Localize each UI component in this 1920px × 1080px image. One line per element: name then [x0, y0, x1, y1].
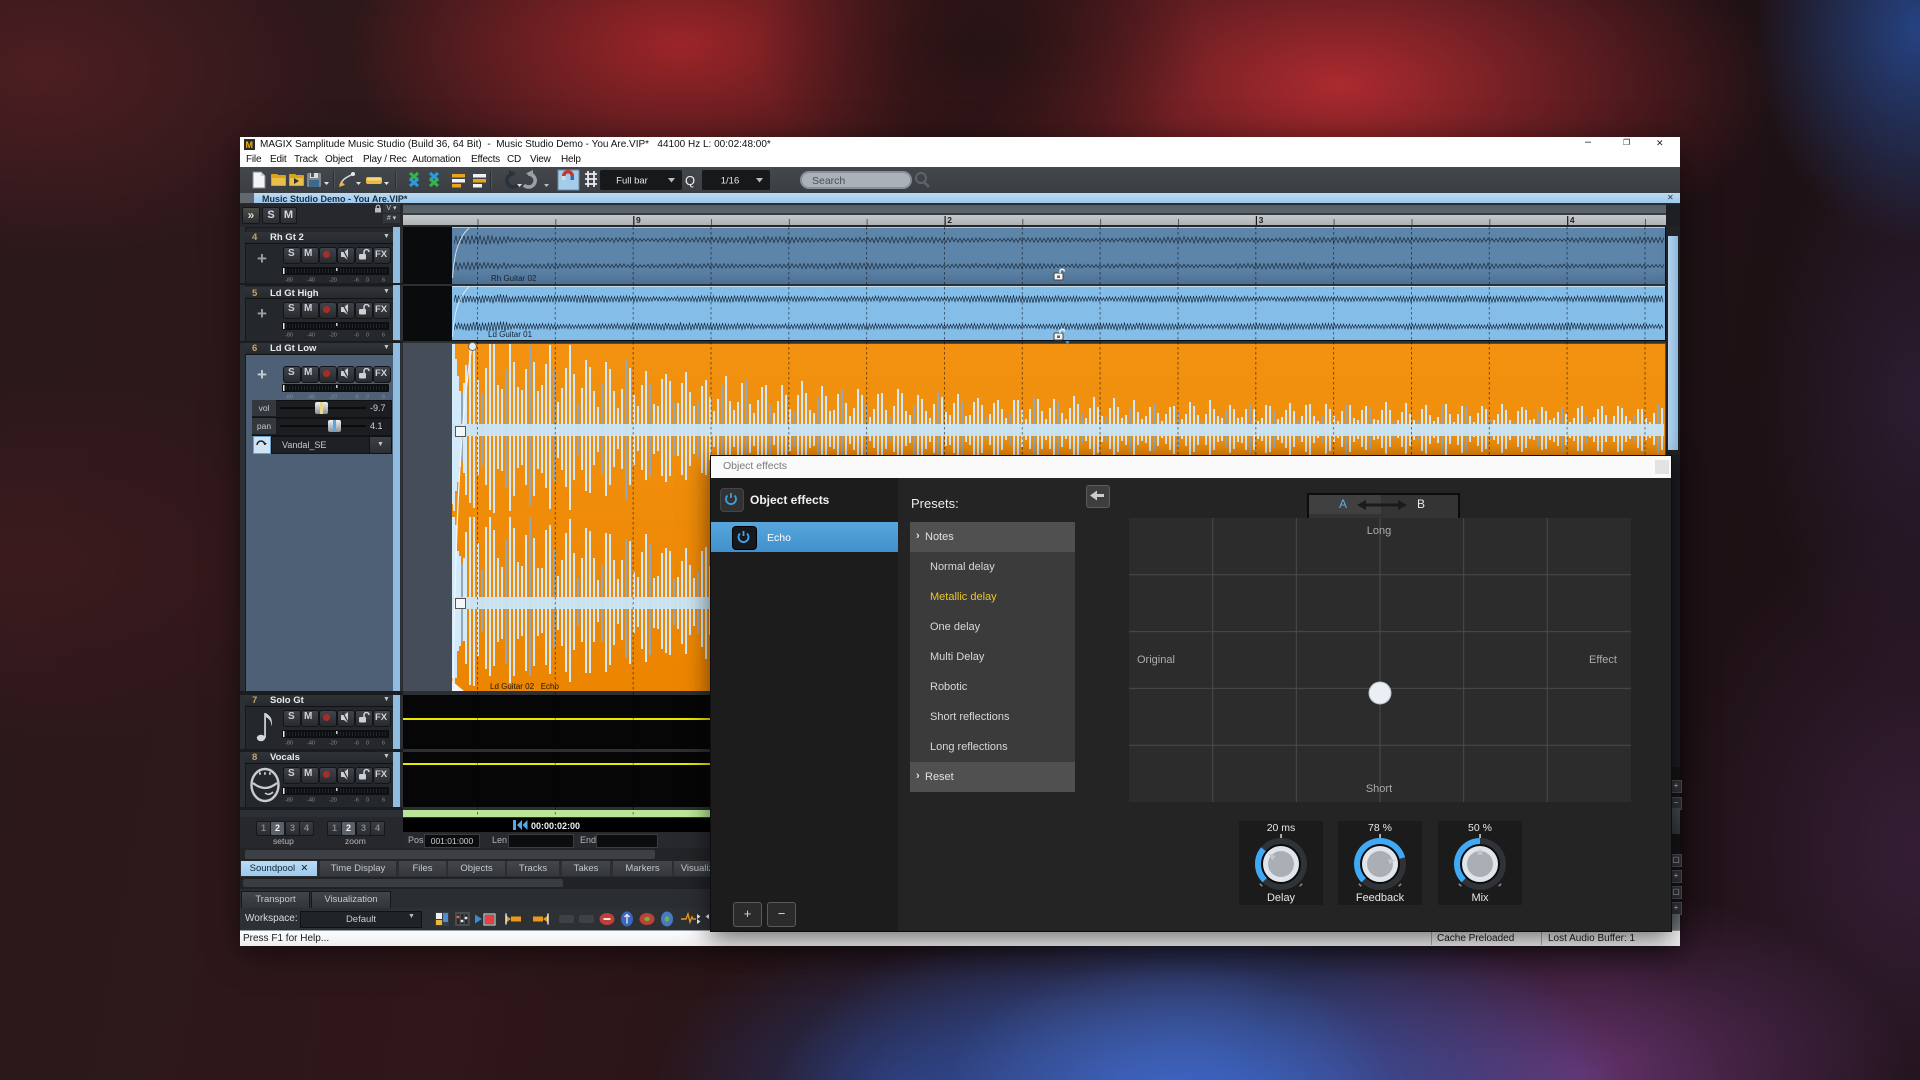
- svg-text:6: 6: [382, 741, 385, 746]
- svg-text:-80: -80: [285, 333, 293, 338]
- svg-text:Search: Search: [812, 175, 845, 187]
- svg-text:Q: Q: [685, 173, 695, 188]
- svg-text:6: 6: [382, 333, 385, 338]
- svg-text:-6: -6: [354, 278, 359, 283]
- svg-text:-20: -20: [329, 333, 337, 338]
- svg-text:-6: -6: [354, 333, 359, 338]
- svg-text:0: 0: [366, 741, 369, 746]
- svg-text:2: 2: [947, 215, 952, 225]
- svg-text:-40: -40: [307, 741, 315, 746]
- svg-text:Full bar: Full bar: [616, 176, 648, 187]
- svg-text:4: 4: [1570, 215, 1575, 225]
- svg-text:3: 3: [1259, 215, 1264, 225]
- svg-text:0: 0: [366, 395, 369, 400]
- svg-text:-6: -6: [354, 395, 359, 400]
- svg-text:-6: -6: [354, 741, 359, 746]
- svg-text:6: 6: [382, 798, 385, 803]
- svg-text:-20: -20: [329, 741, 337, 746]
- svg-text:6: 6: [382, 278, 385, 283]
- svg-text:-20: -20: [329, 798, 337, 803]
- svg-text:-40: -40: [307, 798, 315, 803]
- svg-text:-80: -80: [285, 741, 293, 746]
- svg-text:1/16: 1/16: [721, 176, 740, 187]
- svg-text:-80: -80: [285, 798, 293, 803]
- svg-text:6: 6: [382, 395, 385, 400]
- svg-text:0: 0: [366, 333, 369, 338]
- svg-text:-40: -40: [307, 395, 315, 400]
- svg-text:0: 0: [366, 278, 369, 283]
- svg-text:-20: -20: [329, 278, 337, 283]
- svg-text:-40: -40: [307, 333, 315, 338]
- svg-text:-80: -80: [285, 278, 293, 283]
- svg-text:9: 9: [636, 215, 641, 225]
- svg-text:-20: -20: [329, 395, 337, 400]
- svg-text:-6: -6: [354, 798, 359, 803]
- svg-text:-80: -80: [285, 395, 293, 400]
- svg-text:0: 0: [366, 798, 369, 803]
- svg-text:-40: -40: [307, 278, 315, 283]
